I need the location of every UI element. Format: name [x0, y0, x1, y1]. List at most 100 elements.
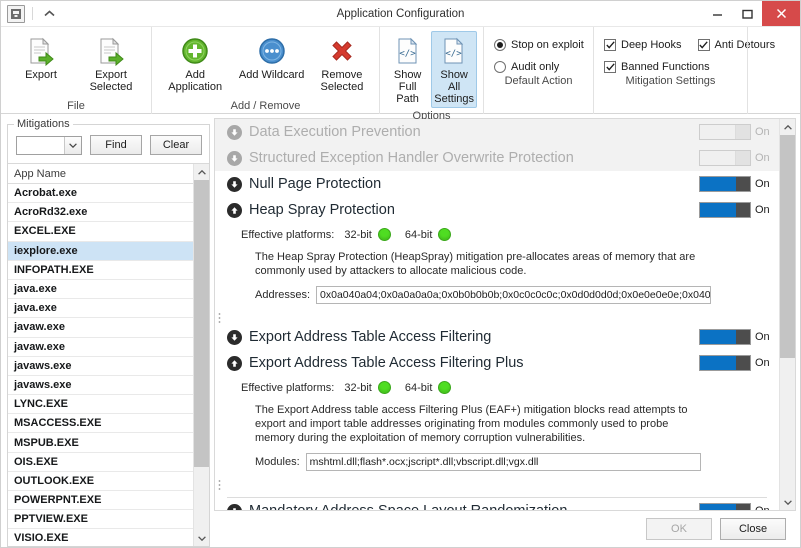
mitigation-title[interactable]: Null Page Protection	[227, 176, 699, 192]
list-item[interactable]: javaw.exe	[8, 338, 193, 357]
scroll-up-icon[interactable]	[194, 164, 209, 180]
checkbox-banned-functions[interactable]: Banned Functions	[604, 61, 710, 73]
list-item[interactable]: OUTLOOK.EXE	[8, 472, 193, 491]
list-item[interactable]: javaws.exe	[8, 376, 193, 396]
add-application-button[interactable]: Add Application	[158, 31, 232, 96]
mitigation-title[interactable]: Structured Exception Handler Overwrite P…	[227, 150, 699, 166]
list-item[interactable]: LYNC.EXE	[8, 395, 193, 415]
list-item[interactable]: OIS.EXE	[8, 453, 193, 472]
export-selected-button[interactable]: Export Selected	[77, 31, 145, 96]
list-item[interactable]: MSACCESS.EXE	[8, 414, 193, 434]
mitigation-toggle[interactable]	[699, 355, 751, 371]
mitigation-toggle[interactable]	[699, 124, 751, 140]
toggle-thumb[interactable]	[736, 330, 750, 344]
chevron-up-icon[interactable]	[40, 6, 58, 22]
expand-arrow-icon[interactable]	[227, 124, 242, 140]
mitigation-toggle[interactable]	[699, 329, 751, 345]
list-item[interactable]: javaw.exe	[8, 318, 193, 338]
scroll-down-icon[interactable]	[780, 494, 795, 510]
list-item[interactable]: PPTVIEW.EXE	[8, 510, 193, 530]
addresses-input[interactable]: 0x0a040a04;0x0a0a0a0a;0x0b0b0b0b;0x0c0c0…	[316, 286, 712, 304]
collapse-arrow-icon[interactable]	[227, 355, 242, 371]
list-item[interactable]: java.exe	[8, 299, 193, 319]
drag-handle-dots-icon[interactable]	[215, 479, 779, 491]
mitigation-title[interactable]: Mandatory Address Space Layout Randomiza…	[227, 503, 699, 510]
mitigation-scrollbar[interactable]	[779, 119, 795, 510]
toggle-thumb[interactable]	[736, 504, 750, 510]
app-list-body[interactable]: Acrobat.exe AcroRd32.exe EXCEL.EXE iexplore…	[8, 184, 193, 546]
show-all-settings-button[interactable]: </> Show All Settings	[431, 31, 477, 108]
add-wildcard-button[interactable]: Add Wildcard	[234, 31, 308, 84]
mitigation-toggle[interactable]	[699, 150, 751, 166]
mitigation-row[interactable]: Heap Spray Protection On	[215, 197, 779, 223]
search-input[interactable]	[16, 135, 82, 155]
mitigation-row[interactable]: Export Address Table Access Filtering On	[215, 324, 779, 350]
radio-stop-on-exploit[interactable]: Stop on exploit	[494, 39, 584, 51]
mitigation-title[interactable]: Data Execution Prevention	[227, 124, 699, 140]
chevron-down-icon[interactable]	[64, 136, 81, 154]
scrollbar-thumb[interactable]	[194, 180, 209, 467]
mitigation-title[interactable]: Export Address Table Access Filtering	[227, 329, 699, 345]
toggle-thumb[interactable]	[736, 356, 750, 370]
modules-input[interactable]: mshtml.dll;flash*.ocx;jscript*.dll;vbscr…	[305, 453, 701, 471]
expand-arrow-icon[interactable]	[227, 329, 242, 345]
scrollbar-track[interactable]	[194, 180, 209, 530]
expand-arrow-icon[interactable]	[227, 176, 242, 192]
list-item[interactable]: VISIO.EXE	[8, 529, 193, 546]
radio-audit-only-label: Audit only	[511, 61, 560, 73]
close-button-footer[interactable]: Close	[720, 518, 786, 540]
window-title: Application Configuration	[336, 7, 465, 20]
scroll-up-icon[interactable]	[780, 119, 795, 135]
show-full-path-button[interactable]: </> Show Full Path	[386, 31, 429, 108]
checkbox-deep-hooks[interactable]: Deep Hooks	[604, 39, 682, 51]
mitigation-toggle[interactable]	[699, 202, 751, 218]
drag-handle-dots-icon[interactable]	[215, 312, 779, 324]
remove-x-icon	[328, 35, 356, 67]
app-name-label: iexplore.exe	[14, 244, 78, 257]
list-item[interactable]: INFOPATH.EXE	[8, 261, 193, 280]
list-item[interactable]: java.exe	[8, 280, 193, 300]
mitigation-list[interactable]: Data Execution Prevention On Structured Ex…	[215, 119, 779, 510]
expand-arrow-icon[interactable]	[227, 503, 242, 510]
list-item[interactable]: javaws.exe	[8, 357, 193, 376]
remove-selected-button[interactable]: Remove Selected	[311, 31, 373, 96]
list-item[interactable]: POWERPNT.EXE	[8, 491, 193, 511]
toggle-thumb[interactable]	[736, 203, 750, 217]
list-item[interactable]: EXCEL.EXE	[8, 222, 193, 242]
list-item[interactable]: AcroRd32.exe	[8, 203, 193, 223]
maximize-button[interactable]	[732, 1, 762, 26]
toggle-thumb[interactable]	[735, 125, 750, 139]
minimize-button[interactable]	[702, 1, 732, 26]
list-item[interactable]: Acrobat.exe	[8, 184, 193, 204]
ok-button[interactable]: OK	[646, 518, 712, 540]
mitigation-row[interactable]: Mandatory Address Space Layout Randomiza…	[215, 498, 779, 510]
radio-audit-only[interactable]: Audit only	[494, 61, 583, 73]
find-button[interactable]: Find	[90, 135, 142, 155]
export-button[interactable]: Export	[7, 31, 75, 84]
app-list-scrollbar[interactable]	[193, 164, 209, 546]
scrollbar-track[interactable]	[780, 135, 795, 494]
collapse-arrow-icon[interactable]	[227, 202, 242, 218]
toggle-thumb[interactable]	[736, 177, 750, 191]
clear-button[interactable]: Clear	[150, 135, 202, 155]
app-icon[interactable]	[7, 4, 25, 23]
close-button[interactable]	[762, 1, 800, 26]
toggle-thumb[interactable]	[735, 151, 750, 165]
mitigation-toggle[interactable]	[699, 176, 751, 192]
mitigation-row[interactable]: Export Address Table Access Filtering Pl…	[215, 350, 779, 376]
expand-arrow-icon[interactable]	[227, 150, 242, 166]
mitigation-row[interactable]: Data Execution Prevention On	[215, 119, 779, 145]
toggle-fill	[700, 504, 736, 510]
mitigation-row[interactable]: Null Page Protection On	[215, 171, 779, 197]
effective-platforms-label: Effective platforms:	[241, 381, 335, 394]
mitigation-row[interactable]: Structured Exception Handler Overwrite P…	[215, 145, 779, 171]
mitigation-title[interactable]: Export Address Table Access Filtering Pl…	[227, 355, 699, 371]
list-item[interactable]: iexplore.exe	[8, 241, 193, 261]
checkbox-indicator	[604, 39, 616, 51]
list-item[interactable]: MSPUB.EXE	[8, 433, 193, 453]
scrollbar-thumb[interactable]	[780, 135, 795, 358]
mitigation-title[interactable]: Heap Spray Protection	[227, 202, 699, 218]
app-list-header[interactable]: App Name	[8, 164, 193, 184]
scroll-down-icon[interactable]	[194, 530, 209, 546]
mitigation-toggle[interactable]	[699, 503, 751, 510]
